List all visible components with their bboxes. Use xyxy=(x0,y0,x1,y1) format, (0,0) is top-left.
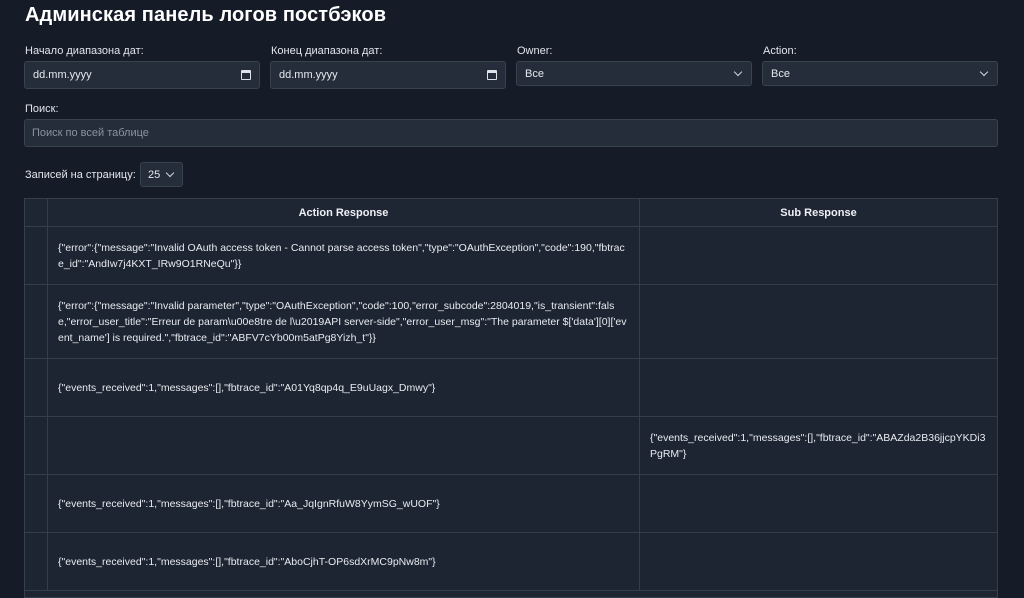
calendar-icon[interactable] xyxy=(487,70,497,80)
chevron-down-icon xyxy=(979,67,989,77)
table-row[interactable]: {"events_received":1,"messages":[],"fbtr… xyxy=(25,417,997,475)
chevron-down-icon xyxy=(165,168,175,178)
table-row[interactable]: {"events_received":1,"messages":[],"fbtr… xyxy=(25,475,997,533)
action-select[interactable]: Все xyxy=(762,61,998,86)
postback-log-table: Action Response Sub Response {"error":{"… xyxy=(24,198,998,598)
row-index-cell xyxy=(25,359,48,416)
per-page-value: 25 xyxy=(148,168,161,181)
page-title: Админская панель логов постбэков xyxy=(25,4,387,26)
date-to-label: Конец диапазона дат: xyxy=(271,45,383,57)
action-response-cell: {"error":{"message":"Invalid parameter",… xyxy=(58,299,627,344)
action-label: Action: xyxy=(763,45,797,57)
calendar-icon[interactable] xyxy=(241,70,251,80)
per-page-label: Записей на страницу: xyxy=(25,169,136,181)
date-from-label: Начало диапазона дат: xyxy=(25,45,144,57)
table-header-index xyxy=(25,199,48,226)
table-row[interactable]: {"events_received":1,"messages":[],"fbtr… xyxy=(25,359,997,417)
date-from-input[interactable]: dd.mm.yyyy xyxy=(24,61,260,89)
search-label: Поиск: xyxy=(25,103,59,115)
column-header-sub-response[interactable]: Sub Response xyxy=(640,199,997,226)
column-header-action-response[interactable]: Action Response xyxy=(48,199,640,226)
action-response-cell: {"events_received":1,"messages":[],"fbtr… xyxy=(58,555,436,568)
search-input[interactable] xyxy=(24,119,998,147)
owner-select-value: Все xyxy=(525,67,544,80)
sub-response-cell: {"events_received":1,"messages":[],"fbtr… xyxy=(650,431,986,460)
row-index-cell xyxy=(25,417,48,474)
action-select-value: Все xyxy=(771,67,790,80)
chevron-down-icon xyxy=(733,67,743,77)
table-row[interactable]: {"events_received":1,"messages":[],"fbtr… xyxy=(25,533,997,591)
action-response-cell: {"error":{"message":"Invalid OAuth acces… xyxy=(58,241,625,270)
per-page-select[interactable]: 25 xyxy=(140,162,183,187)
row-index-cell xyxy=(25,285,48,358)
row-index-cell xyxy=(25,475,48,532)
date-from-value: dd.mm.yyyy xyxy=(33,69,92,81)
row-index-cell xyxy=(25,533,48,590)
row-index-cell xyxy=(25,227,48,284)
owner-label: Owner: xyxy=(517,45,553,57)
table-header-row: Action Response Sub Response xyxy=(25,199,997,227)
action-response-cell: {"events_received":1,"messages":[],"fbtr… xyxy=(58,381,436,394)
action-response-cell: {"events_received":1,"messages":[],"fbtr… xyxy=(58,497,440,510)
table-row[interactable]: {"error":{"message":"Invalid parameter",… xyxy=(25,285,997,359)
owner-select[interactable]: Все xyxy=(516,61,752,86)
table-row[interactable]: {"error":{"message":"Invalid OAuth acces… xyxy=(25,227,997,285)
date-to-value: dd.mm.yyyy xyxy=(279,69,338,81)
date-to-input[interactable]: dd.mm.yyyy xyxy=(270,61,506,89)
